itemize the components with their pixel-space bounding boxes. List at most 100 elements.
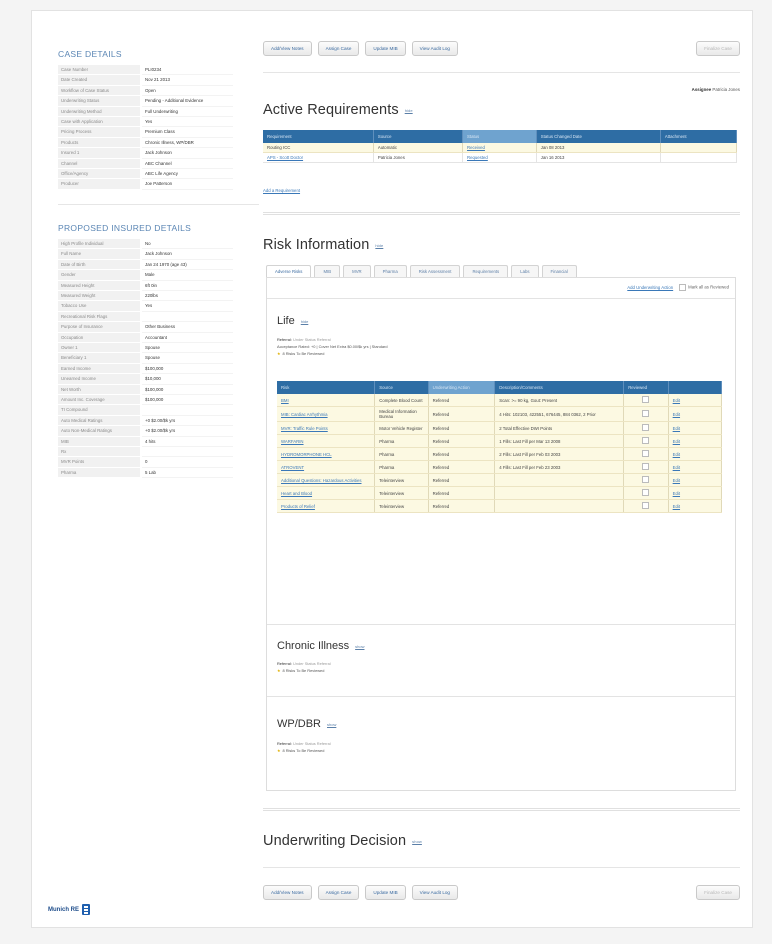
reviewed-checkbox[interactable] <box>642 424 650 431</box>
table-cell: Edit <box>668 406 723 422</box>
risk-link[interactable]: MIB: Cardiac Arrhythmia <box>281 412 328 417</box>
view-audit-log-button[interactable]: View Audit Log <box>411 41 458 56</box>
reviewed-checkbox[interactable] <box>642 437 650 444</box>
cell-text: Referred <box>432 490 450 496</box>
wpdbr-toggle[interactable]: show <box>327 722 336 727</box>
tab-mvr[interactable]: MVR <box>343 265 371 277</box>
edit-link[interactable]: Edit <box>673 452 680 457</box>
risks-line: ★ 8 Risks To Be Reviewed <box>277 747 331 754</box>
insured-detail-row: Purpose of Insurance Other Business <box>58 322 233 333</box>
case-detail-key: Underwriting Status <box>58 96 140 107</box>
reviewed-checkbox[interactable] <box>642 502 650 509</box>
assignee-value: Patricia Jones <box>712 87 740 92</box>
edit-link[interactable]: Edit <box>673 491 680 496</box>
finalize-case-button[interactable]: Finalize Case <box>696 41 740 56</box>
risk-link[interactable]: HYDROMORPHONE HCL <box>281 452 332 457</box>
table-cell <box>623 447 669 461</box>
tab-risk-assessment[interactable]: Risk Assessment <box>409 265 461 277</box>
divider <box>263 808 740 811</box>
column-header[interactable]: Source <box>373 130 464 143</box>
assign-case-button[interactable]: Assign Case <box>317 41 360 56</box>
cell-link[interactable]: APS - Scott Doctor <box>267 155 303 160</box>
insured-detail-row: Recreational Risk Flags <box>58 311 233 323</box>
risk-link[interactable]: MVR: Traffic Rule Points <box>281 426 328 431</box>
tab-pharma[interactable]: Pharma <box>373 265 407 277</box>
edit-link[interactable]: Edit <box>673 426 680 431</box>
column-header[interactable] <box>668 381 723 394</box>
risk-link[interactable]: Additional Questions: Hazardous Activiti… <box>281 478 362 483</box>
chronic-illness-toggle[interactable]: show <box>355 644 364 649</box>
insured-detail-row: Owner 1 Spouse <box>58 342 233 354</box>
add-underwriting-action-link[interactable]: Add Underwriting Action <box>627 285 673 290</box>
column-header[interactable]: Status Changed Date <box>536 130 661 143</box>
update-mib-button[interactable]: Update MIB <box>365 885 406 900</box>
edit-link[interactable]: Edit <box>673 439 680 444</box>
reviewed-checkbox[interactable] <box>642 463 650 470</box>
risk-link[interactable]: BMI <box>281 398 289 403</box>
active-requirements-toggle[interactable]: hide <box>405 108 413 113</box>
mark-reviewed-checkbox[interactable] <box>679 284 687 291</box>
finalize-case-button[interactable]: Finalize Case <box>696 885 740 900</box>
insured-detail-key: MIB <box>58 436 140 447</box>
table-cell: Pharma <box>374 460 429 474</box>
life-toggle[interactable]: hide <box>301 319 309 324</box>
tab-requirements[interactable]: Requirements <box>463 265 509 277</box>
tab-financial[interactable]: Financial <box>541 265 577 277</box>
tab-adverse-risks[interactable]: Adverse Risks <box>266 265 312 277</box>
column-header[interactable]: Risk <box>277 381 376 394</box>
column-header[interactable]: Requirement <box>263 130 374 143</box>
case-detail-value: ABC Channel <box>142 159 233 170</box>
insured-detail-row: Measured Height 6ft 0in <box>58 280 233 291</box>
underwriting-decision-toggle[interactable]: show <box>412 839 422 844</box>
column-header[interactable]: Reviewed <box>623 381 669 394</box>
wpdbr-heading: WP/DBR show <box>277 718 336 730</box>
edit-link[interactable]: Edit <box>673 478 680 483</box>
underwriting-decision-heading: Underwriting Decision show <box>263 833 422 849</box>
risks-line: ★ 8 Risks To Be Reviewed <box>277 350 387 357</box>
assign-case-button[interactable]: Assign Case <box>317 885 360 900</box>
column-header[interactable]: Underwriting Action <box>428 381 496 394</box>
column-header[interactable]: Status <box>462 130 537 143</box>
column-header[interactable]: Attachment <box>660 130 738 143</box>
insured-detail-row: TI Compound <box>58 405 233 416</box>
active-requirements-heading: Active Requirements hide <box>263 102 413 118</box>
mark-reviewed-control[interactable]: Mark all as Reviewed <box>679 284 729 291</box>
update-mib-button[interactable]: Update MIB <box>365 41 406 56</box>
table-cell: 4 Hits: 102103, 422551, 676445, 884 0362… <box>494 406 625 422</box>
risk-link[interactable]: WARFARIN <box>281 439 304 444</box>
cell-link[interactable]: Received <box>467 145 485 150</box>
risk-panel: Add Underwriting Action Mark all as Revi… <box>266 277 736 791</box>
reviewed-checkbox[interactable] <box>642 450 650 457</box>
table-cell <box>623 499 669 513</box>
reviewed-checkbox[interactable] <box>642 396 650 403</box>
reviewed-checkbox[interactable] <box>642 476 650 483</box>
view-audit-log-button[interactable]: View Audit Log <box>411 885 458 900</box>
edit-link[interactable]: Edit <box>673 412 680 417</box>
column-header[interactable]: Source <box>374 381 429 394</box>
risk-link[interactable]: Products of Relief <box>281 504 315 509</box>
tab-mib[interactable]: MIB <box>314 265 341 277</box>
insured-detail-value: No <box>142 239 233 250</box>
tab-labs[interactable]: Labs <box>511 265 539 277</box>
risk-information-toggle[interactable]: hide <box>375 243 383 248</box>
edit-link[interactable]: Edit <box>673 465 680 470</box>
column-header[interactable]: Description/Comments <box>494 381 625 394</box>
insured-detail-row: Date of Birth Jan 24 1970 (age 43) <box>58 259 233 271</box>
case-detail-row: Case Number PLI0234 <box>58 65 233 76</box>
edit-link[interactable]: Edit <box>673 398 680 403</box>
edit-link[interactable]: Edit <box>673 504 680 509</box>
table-cell <box>494 486 625 500</box>
risk-link[interactable]: Heart and Blood <box>281 491 312 496</box>
reviewed-checkbox[interactable] <box>642 410 650 417</box>
reviewed-checkbox[interactable] <box>642 489 650 496</box>
risk-link[interactable]: ATROVENT <box>281 465 304 470</box>
add-view-notes-button[interactable]: Add/View Notes <box>263 41 312 56</box>
wpdbr-title: WP/DBR <box>277 718 321 730</box>
table-cell: Patricia Jones <box>373 152 464 163</box>
cell-text: Teleinterview <box>379 477 405 483</box>
add-view-notes-button[interactable]: Add/View Notes <box>263 885 312 900</box>
table-cell: BMI <box>277 394 376 407</box>
cell-link[interactable]: Requested <box>467 155 488 160</box>
add-requirement-link[interactable]: Add a Requirement <box>263 188 300 193</box>
table-cell: Referred <box>428 473 496 487</box>
